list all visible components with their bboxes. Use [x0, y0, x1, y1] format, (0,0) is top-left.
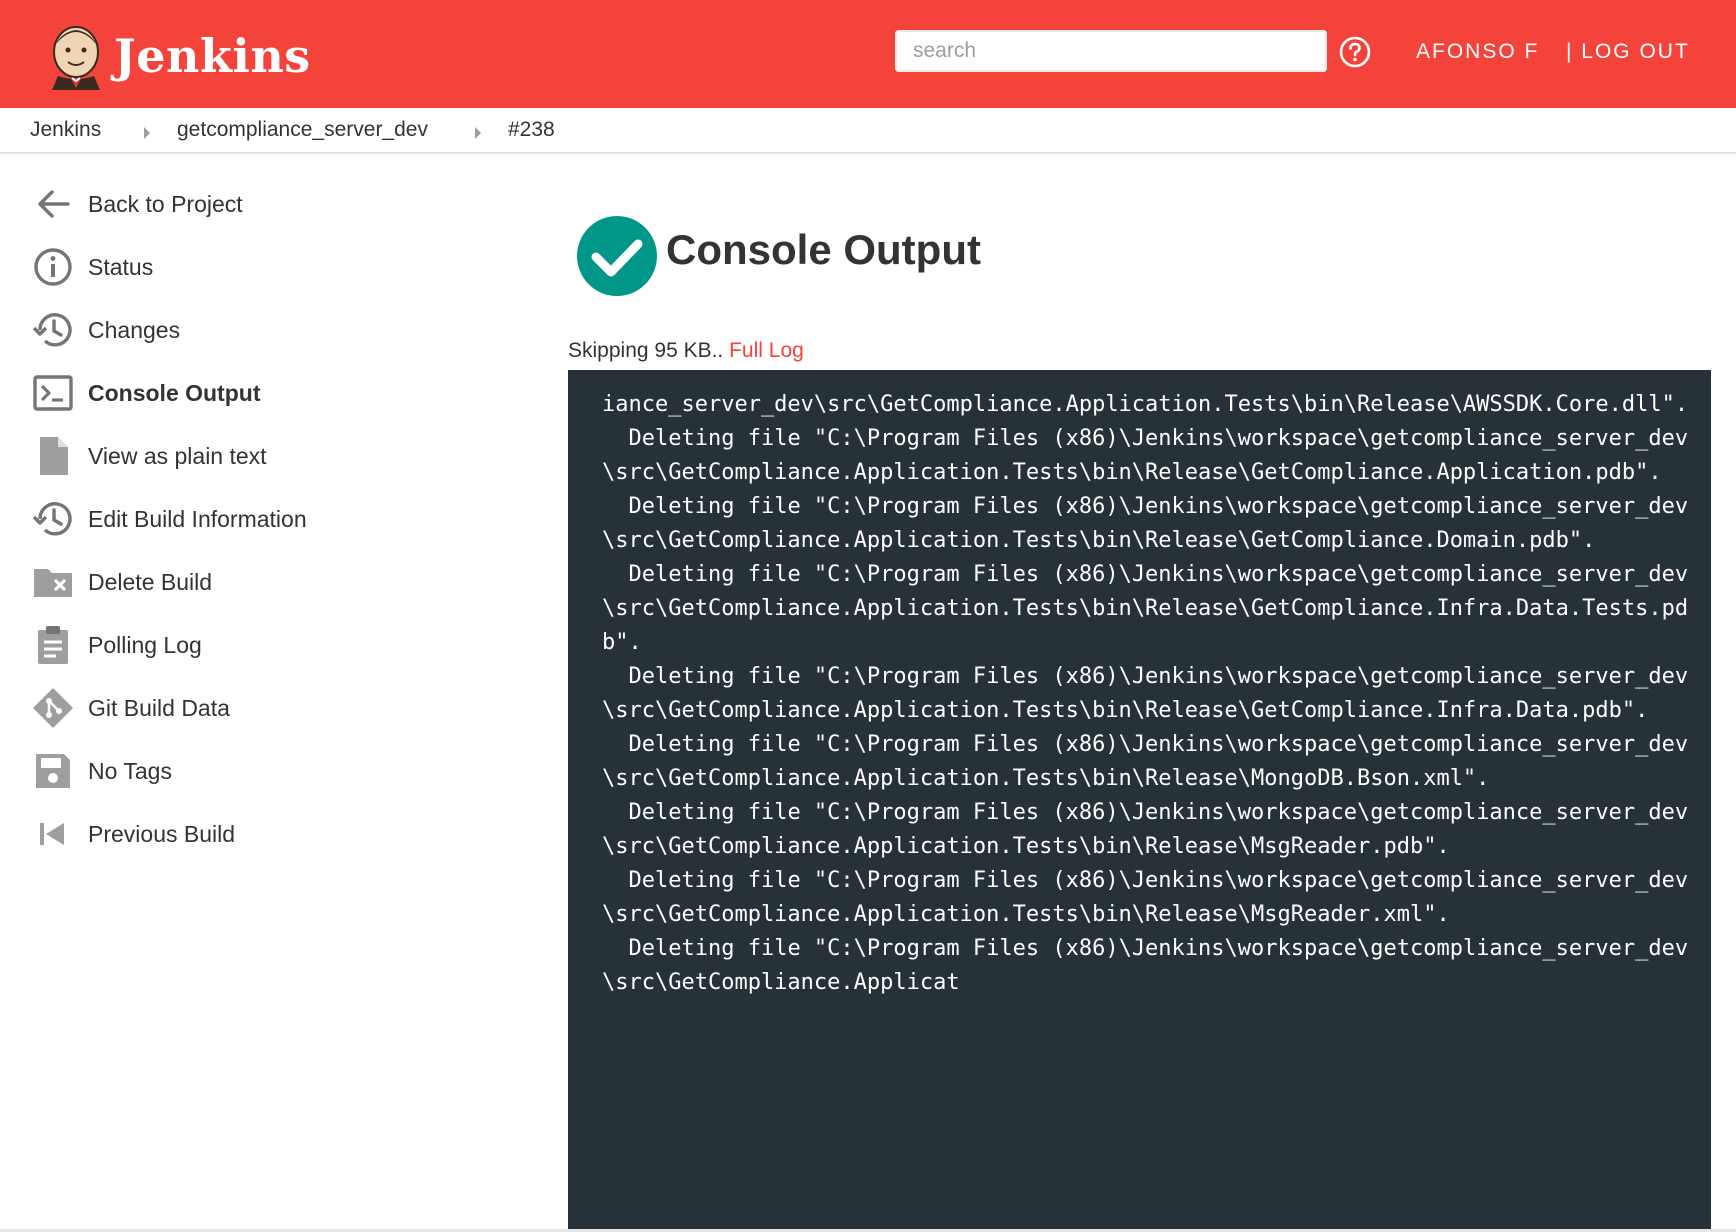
skip-previous-icon [32, 813, 74, 855]
breadcrumb-build[interactable]: #238 [508, 118, 555, 142]
sidebar-item-status[interactable]: Status [32, 243, 512, 291]
breadcrumb: Jenkins getcompliance_server_dev #238 [0, 108, 1736, 153]
breadcrumb-project[interactable]: getcompliance_server_dev [177, 118, 428, 142]
jenkins-logo[interactable]: Jenkins [44, 22, 311, 90]
full-log-link[interactable]: Full Log [729, 339, 804, 362]
logout-link[interactable]: | LOG OUT [1566, 40, 1690, 64]
arrow-left-icon [32, 183, 74, 225]
sidebar-item-label: Edit Build Information [88, 505, 307, 532]
search-input[interactable] [895, 30, 1327, 72]
breadcrumb-jenkins[interactable]: Jenkins [30, 118, 101, 142]
clipboard-icon [32, 624, 74, 666]
save-icon [32, 750, 74, 792]
skip-text: Skipping 95 KB.. [568, 339, 730, 362]
sidebar-item-delete-build[interactable]: Delete Build [32, 558, 512, 606]
sidebar-item-label: View as plain text [88, 442, 267, 469]
console-log-text: iance_server_dev\src\GetCompliance.Appli… [602, 392, 1689, 995]
sidebar-item-changes[interactable]: Changes [32, 306, 512, 354]
document-icon [32, 435, 74, 477]
sidebar-item-back-to-project[interactable]: Back to Project [32, 180, 512, 228]
terminal-icon [32, 372, 74, 414]
sidebar-item-label: Previous Build [88, 820, 236, 847]
breadcrumb-separator-icon[interactable] [144, 127, 150, 139]
console-output-panel[interactable]: iance_server_dev\src\GetCompliance.Appli… [568, 370, 1711, 1232]
help-icon[interactable] [1339, 36, 1371, 68]
user-link[interactable]: AFONSO F [1416, 40, 1539, 64]
sidebar-item-label: Delete Build [88, 568, 213, 595]
sidebar-item-view-as-plain-text[interactable]: View as plain text [32, 432, 512, 480]
sidebar-item-label: Back to Project [88, 190, 243, 217]
sidebar-item-git-build-data[interactable]: Git Build Data [32, 684, 512, 732]
skip-notice: Skipping 95 KB.. Full Log [568, 339, 804, 363]
info-icon [32, 246, 74, 288]
sidebar-item-label: Status [88, 253, 154, 280]
sidebar-item-previous-build[interactable]: Previous Build [32, 810, 512, 858]
sidebar-item-label: Git Build Data [88, 694, 230, 721]
brand-name: Jenkins [114, 29, 311, 83]
sidebar-item-label: Console Output [88, 379, 261, 406]
sidebar-item-console-output[interactable]: Console Output [32, 369, 512, 417]
git-icon [32, 687, 74, 729]
page-title: Console Output [666, 226, 981, 273]
sidebar-item-label: Polling Log [88, 631, 202, 658]
sidebar: Back to Project Status Changes Console O… [0, 154, 540, 1232]
breadcrumb-separator-icon[interactable] [475, 127, 481, 139]
history-icon [32, 309, 74, 351]
history-icon [32, 498, 74, 540]
sidebar-item-edit-build-information[interactable]: Edit Build Information [32, 495, 512, 543]
sidebar-item-label: No Tags [88, 757, 172, 784]
folder-delete-icon [32, 561, 74, 603]
sidebar-item-label: Changes [88, 316, 181, 343]
sidebar-item-polling-log[interactable]: Polling Log [32, 621, 512, 669]
top-header: Jenkins AFONSO F | LOG OUT [0, 0, 1736, 108]
sidebar-item-no-tags[interactable]: No Tags [32, 747, 512, 795]
success-check-icon [577, 216, 657, 296]
jenkins-butler-icon [52, 26, 100, 90]
